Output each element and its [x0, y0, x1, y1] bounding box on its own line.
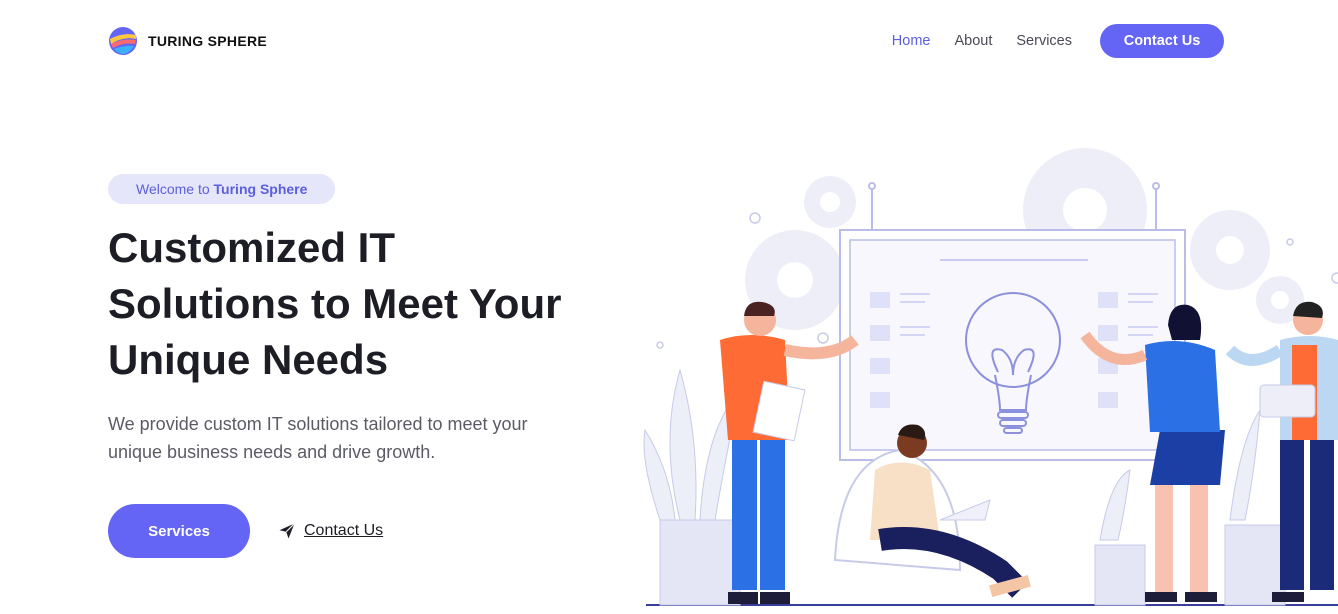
sphere-logo-icon: [109, 27, 137, 55]
team-brainstorm-illustration: [643, 148, 1338, 606]
top-navbar: TURING SPHERE Home About Services Contac…: [0, 0, 1338, 82]
nav-link-home[interactable]: Home: [892, 33, 931, 49]
contact-us-link[interactable]: Contact Us: [278, 522, 383, 540]
hero-title: Customized IT Solutions to Meet Your Uni…: [108, 224, 562, 383]
nav-links: Home About Services Contact Us: [892, 24, 1224, 58]
nav-link-services[interactable]: Services: [1016, 33, 1072, 49]
contact-us-button[interactable]: Contact Us: [1100, 24, 1224, 58]
hero-actions: Services Contact Us: [108, 504, 383, 558]
brand-name: TURING SPHERE: [148, 33, 268, 49]
contact-us-link-label: Contact Us: [304, 522, 384, 539]
paper-plane-icon: [279, 523, 295, 539]
hero-section: Welcome to Turing Sphere Customized IT S…: [108, 174, 608, 466]
brand[interactable]: TURING SPHERE: [108, 26, 267, 56]
services-button[interactable]: Services: [108, 504, 250, 558]
badge-prefix: Welcome to: [136, 181, 214, 197]
badge-emphasis: Turing Sphere: [213, 181, 308, 197]
nav-link-about[interactable]: About: [954, 33, 992, 49]
hero-subtitle: We provide custom IT solutions tailored …: [108, 414, 528, 462]
welcome-badge: Welcome to Turing Sphere: [108, 174, 336, 204]
